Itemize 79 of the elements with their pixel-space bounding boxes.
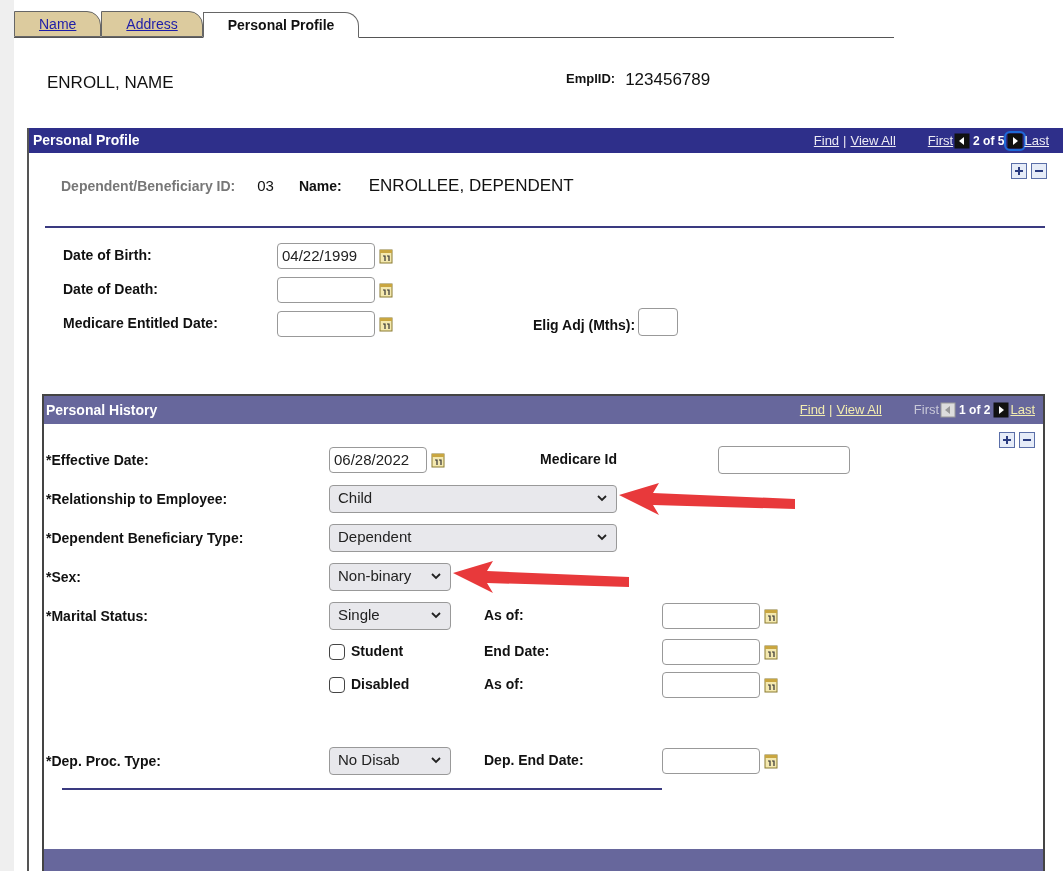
field-label: Medicare Id xyxy=(540,450,619,469)
field-label: *Relationship to Employee: xyxy=(46,490,228,507)
field-label: *Marital Status: xyxy=(46,607,148,624)
field-label: Medicare Entitled Date: xyxy=(63,314,219,333)
field-label: As of: xyxy=(484,606,525,625)
id-label: Dependent/Beneficiary ID: xyxy=(61,176,236,196)
text-field[interactable] xyxy=(718,445,850,474)
date-field[interactable] xyxy=(662,638,760,665)
last-link[interactable]: Last xyxy=(1010,400,1035,420)
date-field[interactable] xyxy=(277,310,375,337)
previous-icon[interactable] xyxy=(953,132,972,149)
find-link[interactable]: Find xyxy=(799,400,826,420)
tab[interactable]: Personal Profile xyxy=(202,12,360,38)
id-value: 03 xyxy=(257,175,274,196)
date-field[interactable] xyxy=(662,747,760,774)
employee-name: ENROLL, NAME xyxy=(47,72,175,95)
find-link[interactable]: Find xyxy=(813,130,840,151)
chevron-down-icon xyxy=(430,572,442,581)
link-separator: | xyxy=(828,401,834,420)
date-field[interactable] xyxy=(277,276,375,303)
date-field[interactable]: 06/28/2022 xyxy=(329,446,427,473)
dropdown[interactable]: Dependent xyxy=(329,523,617,552)
chevron-down-icon xyxy=(596,494,608,503)
calendar-icon[interactable] xyxy=(379,315,393,332)
calendar-icon[interactable] xyxy=(379,281,393,298)
date-field[interactable] xyxy=(662,602,760,629)
calendar-icon[interactable] xyxy=(764,607,778,624)
record-count: 1 of 2 xyxy=(958,402,992,419)
next-icon[interactable] xyxy=(992,402,1011,418)
name-label: Name: xyxy=(298,176,342,196)
panel-title: Personal History xyxy=(46,400,158,420)
field-label: *Sex: xyxy=(46,568,82,585)
emplid-label: EmplID: xyxy=(566,70,616,89)
text-field[interactable] xyxy=(638,308,679,336)
view-all-link[interactable]: View All xyxy=(836,400,882,420)
last-link[interactable]: Last xyxy=(1024,130,1049,151)
field-label: *Dependent Beneficiary Type: xyxy=(46,529,244,546)
date-field[interactable] xyxy=(662,671,760,698)
add-row-button[interactable] xyxy=(1011,163,1027,179)
field-label: Dep. End Date: xyxy=(484,751,585,770)
checkbox-label: Student xyxy=(351,642,404,661)
tab[interactable]: Name xyxy=(14,11,102,37)
field-label: End Date: xyxy=(484,642,551,661)
field-label: Date of Death: xyxy=(63,280,159,299)
checkbox[interactable] xyxy=(329,643,345,660)
dropdown[interactable]: No Disab xyxy=(329,746,451,775)
chevron-down-icon xyxy=(430,611,442,620)
calendar-icon[interactable] xyxy=(379,247,393,264)
panel-title: Personal Profile xyxy=(33,131,140,150)
record-count: 2 of 5 xyxy=(972,132,1006,150)
next-icon[interactable] xyxy=(1006,132,1025,149)
calendar-icon[interactable] xyxy=(764,752,778,769)
field-label: As of: xyxy=(484,675,525,694)
calendar-icon[interactable] xyxy=(431,451,445,468)
dropdown[interactable]: Child xyxy=(329,484,617,513)
tab[interactable]: Address xyxy=(101,11,203,37)
plus-icon xyxy=(1014,166,1024,176)
name-value: ENROLLEE, DEPENDENT xyxy=(368,175,574,198)
checkbox[interactable] xyxy=(329,676,345,693)
view-all-link[interactable]: View All xyxy=(850,130,896,151)
field-label: Elig Adj (Mths): xyxy=(533,316,636,335)
emplid-value: 123456789 xyxy=(625,69,711,92)
first-link[interactable]: First xyxy=(927,130,954,151)
checkbox-label: Disabled xyxy=(351,675,410,694)
dropdown[interactable]: Single xyxy=(329,601,451,630)
chevron-down-icon xyxy=(430,756,442,765)
field-label: *Effective Date: xyxy=(46,451,149,468)
calendar-icon[interactable] xyxy=(764,643,778,660)
link-separator: | xyxy=(842,131,848,150)
field-label: *Dep. Proc. Type: xyxy=(46,752,161,769)
delete-row-button[interactable] xyxy=(1031,163,1047,179)
add-row-button[interactable] xyxy=(999,432,1015,448)
chevron-down-icon xyxy=(596,533,608,542)
delete-row-button[interactable] xyxy=(1019,432,1035,448)
date-field[interactable]: 04/22/1999 xyxy=(277,242,375,269)
dropdown[interactable]: Non-binary xyxy=(329,562,451,591)
plus-icon xyxy=(1002,435,1012,445)
field-label: Date of Birth: xyxy=(63,246,153,265)
calendar-icon[interactable] xyxy=(764,676,778,693)
